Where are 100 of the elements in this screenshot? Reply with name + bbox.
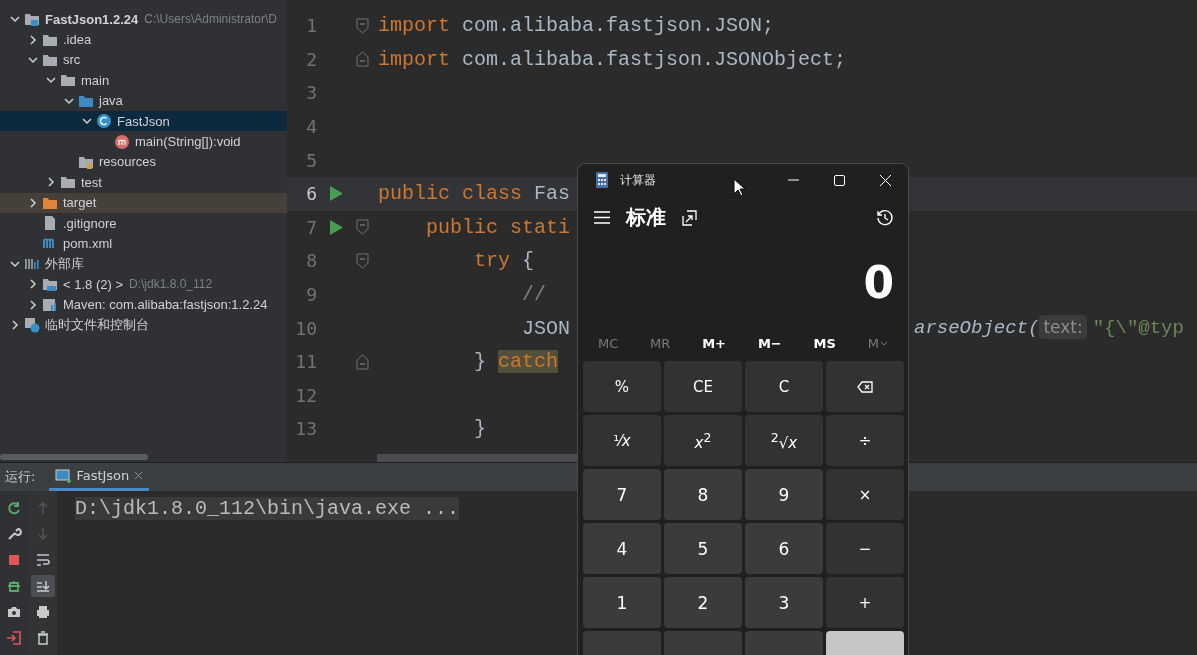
- keep-on-top-button[interactable]: [680, 207, 700, 228]
- fold-marker-icon[interactable]: [356, 51, 369, 68]
- chevron-icon[interactable]: [28, 299, 38, 310]
- calculator-key[interactable]: 4: [583, 523, 661, 574]
- fold-marker-icon[interactable]: [356, 252, 369, 269]
- fold-marker-icon[interactable]: [356, 17, 369, 34]
- calculator-key[interactable]: x$^{2}$: [664, 415, 742, 466]
- fold-marker-icon[interactable]: [356, 219, 369, 236]
- print-icon: [34, 604, 51, 620]
- close-icon: [879, 174, 891, 186]
- code-token: //: [522, 283, 547, 307]
- run-icon[interactable]: [330, 186, 343, 202]
- calculator-key[interactable]: +: [826, 577, 904, 628]
- code-token: arseObject(: [914, 317, 1040, 340]
- calculator-key[interactable]: −: [826, 523, 904, 574]
- calculator-key[interactable]: %: [583, 361, 661, 412]
- calculator-key[interactable]: 2: [664, 577, 742, 628]
- code-token: import: [378, 14, 450, 38]
- tree-item[interactable]: main: [0, 70, 287, 91]
- panel-label: 运行:: [5, 468, 36, 486]
- tree-item[interactable]: src: [0, 49, 287, 71]
- line-number: 10: [294, 317, 317, 339]
- tree-item[interactable]: java: [0, 90, 287, 111]
- line-number: 2: [305, 48, 317, 70]
- tree-item[interactable]: .idea: [0, 29, 287, 50]
- backspace-icon: [857, 380, 873, 393]
- calculator-key[interactable]: 9: [745, 469, 823, 520]
- path-text: D:\jdk1.8.0_112: [129, 277, 213, 292]
- menu-button[interactable]: [592, 209, 612, 226]
- jdk-folder-icon: [42, 276, 58, 293]
- scroll-bar[interactable]: [0, 454, 148, 460]
- memory-button[interactable]: M+: [696, 334, 733, 354]
- fold-marker-icon[interactable]: [356, 353, 369, 370]
- calculator-key[interactable]: 7: [583, 469, 661, 520]
- calculator-key[interactable]: 3: [745, 577, 823, 628]
- calculator-key[interactable]: 6: [745, 523, 823, 574]
- chevron-icon[interactable]: [10, 258, 20, 269]
- tree-item[interactable]: Maven: com.alibaba:fastjson:1.2.24: [0, 294, 287, 315]
- calculator-key[interactable]: ¹⁄x: [583, 415, 661, 466]
- scroll-end-button[interactable]: [30, 575, 55, 597]
- code-token: public stati: [426, 215, 571, 239]
- run-icon[interactable]: [330, 219, 343, 235]
- line-number: 8: [305, 250, 317, 272]
- window-title: 计算器: [620, 171, 656, 189]
- wrap-icon: [34, 552, 51, 568]
- chevron-icon[interactable]: [28, 197, 38, 208]
- chevron-icon[interactable]: [46, 177, 56, 188]
- run-tab[interactable]: FastJson: [49, 463, 150, 491]
- chevron-icon[interactable]: [28, 34, 38, 45]
- calculator-key[interactable]: $^{2}$√x: [745, 415, 823, 466]
- calculator-key[interactable]: ×: [826, 469, 904, 520]
- line-number: 5: [305, 149, 317, 171]
- memory-button[interactable]: M−: [751, 334, 788, 354]
- project-folder-icon: [24, 11, 40, 28]
- minimize-icon: [787, 179, 799, 181]
- tree-item[interactable]: test: [0, 172, 287, 193]
- calculator-key[interactable]: 8: [664, 469, 742, 520]
- mouse-cursor-icon: [733, 178, 747, 198]
- chevron-icon[interactable]: [10, 14, 20, 25]
- tree-item[interactable]: resources: [0, 151, 287, 173]
- stop-icon: [6, 552, 22, 568]
- tree-item[interactable]: 临时文件和控制台: [0, 314, 287, 336]
- rerun-icon: [6, 500, 22, 516]
- line-number: 7: [305, 216, 317, 238]
- code-token: }: [474, 350, 487, 374]
- calculator-key[interactable]: 5: [664, 523, 742, 574]
- tree-item[interactable]: .gitignore: [0, 212, 287, 234]
- mode-title: 标准: [626, 204, 666, 231]
- tree-item[interactable]: pom.xml: [0, 233, 287, 254]
- exit-icon: [6, 630, 22, 646]
- chevron-icon[interactable]: [82, 116, 92, 127]
- chevron-icon[interactable]: [28, 54, 38, 65]
- menu-icon: [594, 211, 610, 224]
- history-icon: [876, 208, 894, 227]
- calculator-key[interactable]: ÷: [826, 415, 904, 466]
- line-number: 11: [294, 351, 317, 373]
- library-icon: [42, 296, 58, 313]
- calculator-key[interactable]: 1: [583, 577, 661, 628]
- tree-item[interactable]: FastJson: [0, 110, 287, 132]
- close-icon[interactable]: [134, 471, 144, 480]
- line-number: 9: [305, 284, 317, 306]
- tree-item[interactable]: main(String[]):void: [0, 131, 287, 152]
- tree-item[interactable]: 外部库: [0, 253, 287, 275]
- tree-item[interactable]: target: [0, 192, 287, 213]
- calculator-key[interactable]: C: [745, 361, 823, 412]
- tree-item[interactable]: FastJson1.2.24 C:\Users\Administrator\D: [0, 9, 287, 30]
- calculator-key[interactable]: CE: [664, 361, 742, 412]
- chevron-icon[interactable]: [28, 279, 38, 290]
- memory-button[interactable]: MS: [807, 334, 842, 354]
- calculator-app-icon: [596, 172, 608, 188]
- folder-icon: [60, 72, 76, 89]
- chevron-icon[interactable]: [46, 75, 56, 86]
- line-number: 6: [305, 183, 317, 205]
- backspace-key[interactable]: [826, 361, 904, 412]
- tree-item[interactable]: < 1.8 (2) > D:\jdk1.8.0_112: [0, 274, 287, 295]
- chevron-icon[interactable]: [64, 95, 74, 106]
- code-token: }: [474, 417, 487, 441]
- scroll-bar[interactable]: [377, 454, 577, 462]
- chevron-icon[interactable]: [10, 320, 20, 331]
- camera-icon: [6, 604, 22, 620]
